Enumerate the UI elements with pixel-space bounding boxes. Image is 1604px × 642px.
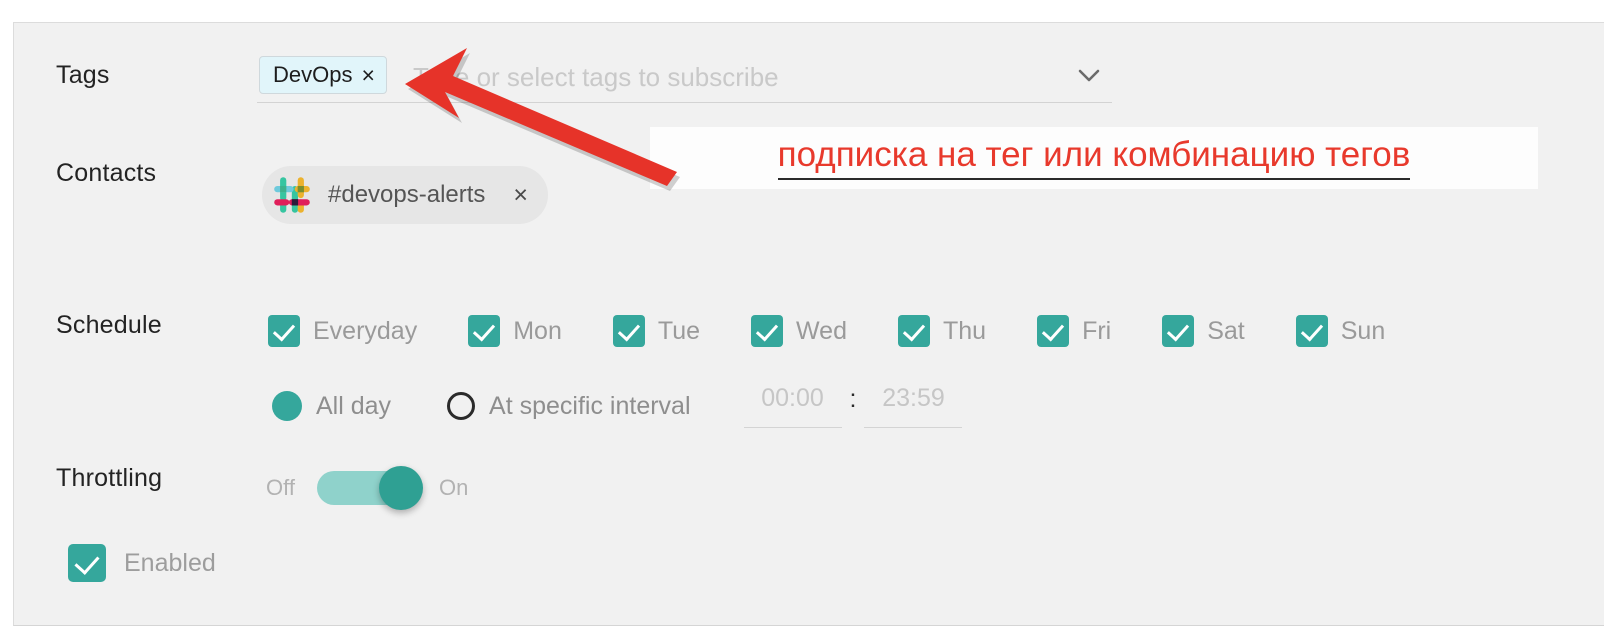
day-label-sat: Sat — [1207, 316, 1245, 345]
day-label-fri: Fri — [1082, 316, 1112, 345]
tag-chip-devops[interactable]: DevOps × — [259, 56, 387, 94]
slack-icon — [274, 177, 310, 213]
contact-pill-devops-alerts[interactable]: #devops-alerts × — [262, 166, 549, 224]
notification-settings-panel: Tags DevOps × Type or select tags to sub… — [13, 22, 1604, 626]
time-to-input[interactable]: 23:59 — [864, 384, 963, 428]
toggle-knob — [378, 466, 423, 510]
day-checkbox-mon[interactable]: Mon — [468, 315, 562, 347]
day-checkbox-wed[interactable]: Wed — [751, 315, 847, 347]
throttling-off-label: Off — [266, 475, 295, 500]
checkbox-enabled[interactable] — [68, 544, 106, 582]
radio-all-day[interactable] — [272, 391, 302, 421]
chevron-down-icon[interactable] — [1077, 67, 1101, 85]
day-label-mon: Mon — [513, 316, 562, 345]
throttling-toggle[interactable] — [316, 466, 423, 510]
day-checkbox-thu[interactable]: Thu — [897, 315, 987, 347]
annotation-text: подписка на тег или комбинацию тегов — [777, 136, 1411, 180]
checkbox-wed[interactable] — [751, 315, 784, 347]
contact-pill-label: #devops-alerts — [328, 181, 486, 208]
enabled-checkbox-row[interactable]: Enabled — [68, 544, 216, 582]
day-checkbox-sat[interactable]: Sat — [1162, 315, 1245, 347]
throttling-on-label: On — [438, 475, 469, 500]
day-checkbox-tue[interactable]: Tue — [612, 315, 701, 347]
enabled-label: Enabled — [124, 548, 216, 577]
radio-label-all-day: All day — [316, 391, 392, 420]
time-from-input[interactable]: 00:00 — [743, 384, 842, 428]
day-label-thu: Thu — [942, 316, 987, 345]
day-label-wed: Wed — [796, 316, 847, 345]
radio-specific-interval[interactable] — [447, 392, 476, 420]
checkbox-sat[interactable] — [1162, 315, 1195, 347]
checkbox-thu[interactable] — [897, 315, 930, 347]
day-checkbox-fri[interactable]: Fri — [1037, 315, 1111, 347]
day-label-sun: Sun — [1340, 316, 1386, 345]
day-label-everyday: Everyday — [313, 316, 418, 345]
contacts-row-label: Contacts — [56, 159, 157, 187]
day-checkbox-sun[interactable]: Sun — [1295, 315, 1386, 347]
time-separator: : — [849, 384, 857, 413]
contact-pill-remove-icon[interactable]: × — [513, 182, 528, 208]
schedule-mode-group: All day At specific interval 00:00 : 23:… — [272, 384, 963, 428]
throttling-control-group: Off On — [266, 466, 469, 510]
tags-row-label: Tags — [56, 61, 110, 89]
schedule-days-group: Everyday Mon Tue Wed Thu Fri Sat Sun — [268, 315, 1385, 347]
schedule-row-label: Schedule — [56, 311, 162, 339]
checkbox-sun[interactable] — [1295, 315, 1328, 347]
tag-chip-remove-icon[interactable]: × — [361, 63, 374, 87]
tags-select-field[interactable]: DevOps × Type or select tags to subscrib… — [257, 51, 1112, 103]
throttling-row-label: Throttling — [56, 464, 163, 492]
checkbox-everyday[interactable] — [268, 315, 300, 347]
checkbox-mon[interactable] — [468, 315, 501, 347]
radio-label-specific-interval: At specific interval — [489, 391, 691, 420]
tags-input-placeholder[interactable]: Type or select tags to subscribe — [413, 62, 779, 93]
day-label-tue: Tue — [657, 316, 701, 345]
annotation-callout: подписка на тег или комбинацию тегов — [650, 127, 1538, 189]
checkbox-tue[interactable] — [612, 315, 645, 347]
day-checkbox-everyday[interactable]: Everyday — [268, 315, 417, 347]
checkbox-fri[interactable] — [1037, 315, 1070, 347]
tag-chip-label: DevOps — [273, 62, 353, 87]
